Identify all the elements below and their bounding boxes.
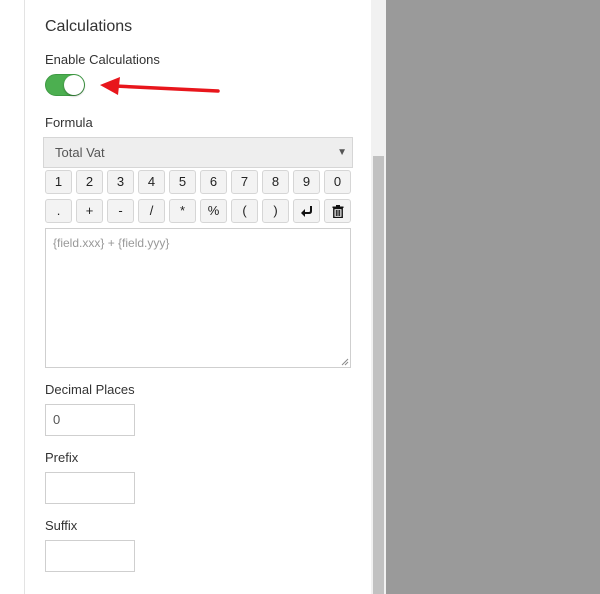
keypad-button-dot[interactable]: . <box>45 199 72 223</box>
toggle-knob <box>64 75 84 95</box>
scrollbar-thumb[interactable] <box>373 156 384 594</box>
keypad-button-close-paren[interactable]: ) <box>262 199 289 223</box>
keypad-button-7[interactable]: 7 <box>231 170 258 194</box>
left-gutter <box>0 0 25 594</box>
keypad-button-9[interactable]: 9 <box>293 170 320 194</box>
modal-backdrop <box>386 0 600 594</box>
keypad-enter-button[interactable] <box>293 199 320 223</box>
keypad-delete-button[interactable] <box>324 199 351 223</box>
keypad-button-1[interactable]: 1 <box>45 170 72 194</box>
keypad-button-divide[interactable]: / <box>138 199 165 223</box>
keypad-button-2[interactable]: 2 <box>76 170 103 194</box>
prefix-label: Prefix <box>45 450 79 465</box>
keypad-button-open-paren[interactable]: ( <box>231 199 258 223</box>
formula-select[interactable]: Total Vat ▼ <box>43 137 353 168</box>
decimal-places-label: Decimal Places <box>45 382 135 397</box>
section-title: Calculations <box>45 18 133 35</box>
keypad-button-minus[interactable]: - <box>107 199 134 223</box>
decimal-places-input[interactable]: 0 <box>45 404 135 436</box>
suffix-input[interactable] <box>45 540 135 572</box>
red-arrow-annotation <box>100 77 220 95</box>
keypad-button-0[interactable]: 0 <box>324 170 351 194</box>
formula-label: Formula <box>45 115 93 130</box>
enable-calculations-toggle[interactable] <box>45 74 85 96</box>
keypad-button-6[interactable]: 6 <box>200 170 227 194</box>
enter-icon <box>300 206 312 217</box>
suffix-label: Suffix <box>45 518 78 533</box>
chevron-down-icon: ▼ <box>337 147 347 158</box>
formula-select-value: Total Vat <box>55 145 105 160</box>
keypad-button-plus[interactable]: + <box>76 199 103 223</box>
vertical-scrollbar[interactable] <box>371 0 386 594</box>
formula-placeholder: {field.xxx} + {field.yyy} <box>53 236 170 250</box>
enable-calculations-label: Enable Calculations <box>45 52 160 67</box>
keypad-button-5[interactable]: 5 <box>169 170 196 194</box>
formula-textarea[interactable]: {field.xxx} + {field.yyy} <box>45 228 351 368</box>
keypad-button-multiply[interactable]: * <box>169 199 196 223</box>
resize-grip-icon[interactable] <box>341 358 349 366</box>
prefix-input[interactable] <box>45 472 135 504</box>
keypad-button-4[interactable]: 4 <box>138 170 165 194</box>
calculations-panel: Calculations Enable Calculations Formula… <box>25 0 371 594</box>
keypad-button-percent[interactable]: % <box>200 199 227 223</box>
keypad-button-3[interactable]: 3 <box>107 170 134 194</box>
trash-icon <box>332 205 343 219</box>
keypad-button-8[interactable]: 8 <box>262 170 289 194</box>
